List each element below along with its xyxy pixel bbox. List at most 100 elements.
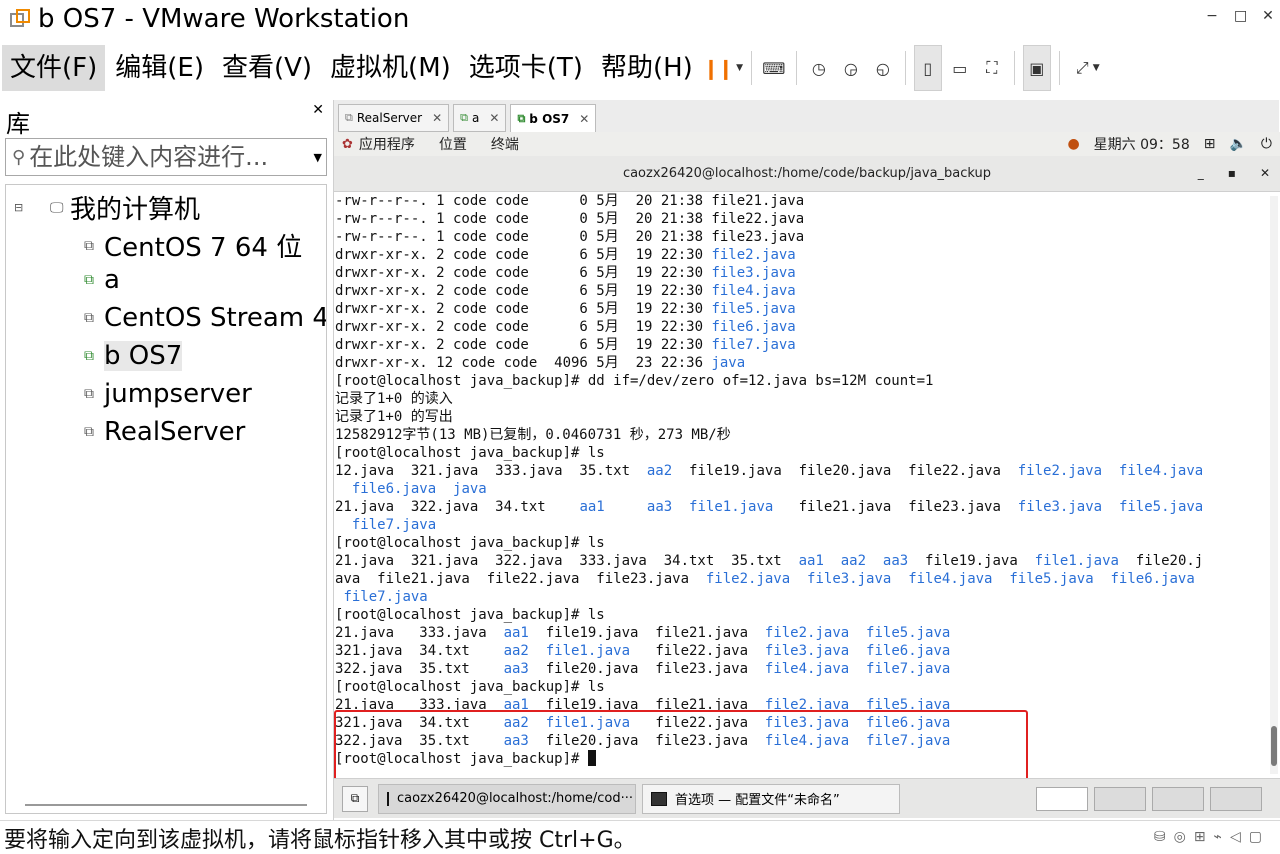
revert-snapshot-button[interactable]: ◶ (837, 53, 865, 83)
search-input[interactable] (29, 143, 290, 171)
search-dropdown-icon[interactable]: ▼ (314, 151, 322, 164)
pause-icon: ❙❙ (702, 56, 734, 80)
terminal-dir-name: aa1 (798, 553, 824, 569)
status-bar: 要将输入定向到该虚拟机，请将鼠标指针移入其中或按 Ctrl+G。 ⛁ ◎ ⊞ ⌁… (0, 820, 1280, 854)
tab-a[interactable]: ⧉ a ✕ (453, 104, 507, 132)
terminal-dir-name: file6.java (866, 643, 951, 659)
maximize-button[interactable]: □ (1234, 8, 1247, 24)
guest-screen[interactable]: ✿ 应用程序 位置 终端 ● 星期六 09：58 ⊞ 🔈 ⏻ caozx2642… (334, 132, 1280, 820)
workspace-4[interactable] (1210, 786, 1262, 811)
workspace-2[interactable] (1094, 786, 1146, 811)
menu-tabs[interactable]: 选项卡(T) (461, 45, 591, 91)
terminal-title: caozx26420@localhost:/home/code/backup/j… (622, 166, 992, 181)
show-library-button[interactable]: ▯ (913, 45, 942, 91)
power-icon[interactable]: ⏻ (1261, 136, 1272, 152)
terminal-menu[interactable]: 终端 (491, 134, 519, 154)
sound-icon[interactable]: ◁ (1230, 829, 1241, 845)
thumbnail-bar-button[interactable]: ▭ (946, 53, 974, 83)
terminal-line: -rw-r--r--. 1 code code 0 5月 20 21:38 fi… (335, 228, 1268, 246)
show-desktop-button[interactable]: ⧉ (342, 785, 368, 812)
applications-menu[interactable]: 应用程序 (359, 134, 415, 154)
menu-help[interactable]: 帮助(H) (593, 45, 701, 91)
library-search[interactable]: ⚲ ▼ (5, 138, 327, 176)
tab-realserver[interactable]: ⧉ RealServer ✕ (338, 104, 450, 132)
terminal-text: [root@localhost java_backup]# dd if=/dev… (335, 373, 934, 389)
tab-b-os7[interactable]: ⧉ b OS7 ✕ (510, 104, 597, 132)
clock[interactable]: 星期六 09：58 (1094, 134, 1190, 154)
terminal-dir-name: file6.java (1110, 571, 1195, 587)
minimize-button[interactable]: − (1206, 8, 1218, 24)
close-tab-icon[interactable]: ✕ (489, 111, 499, 125)
terminal-scrollbar[interactable] (1270, 196, 1278, 774)
terminal-line: 21.java 333.java aa1 file19.java file21.… (335, 624, 1268, 642)
snapshot-button[interactable]: ◷ (805, 53, 833, 83)
stretch-button[interactable]: ⤢ ▼ (1068, 53, 1108, 83)
menu-view[interactable]: 查看(V) (214, 45, 320, 91)
terminal-text: -rw-r--r--. 1 code code 0 5月 20 21:38 fi… (335, 211, 805, 227)
terminal-text: 记录了1+0 的读入 (335, 391, 453, 407)
cd-dvd-icon[interactable]: ◎ (1174, 829, 1186, 845)
terminal-text: 322.java 35.txt (335, 733, 504, 749)
terminal-minimize-button[interactable]: _ (1198, 166, 1204, 180)
tree-node-my-computer[interactable]: ⊟ 🖵 我的计算机 (14, 189, 200, 226)
stretch-icon: ⤢ (1075, 58, 1089, 77)
close-tab-icon[interactable]: ✕ (432, 111, 442, 125)
terminal-line: -rw-r--r--. 1 code code 0 5月 20 21:38 fi… (335, 210, 1268, 228)
library-scrollbar[interactable] (25, 804, 307, 806)
tree-node-vm[interactable]: ⧉ CentOS 7 64 位 (84, 227, 302, 264)
terminal-maximize-button[interactable]: ▪ (1228, 166, 1236, 180)
terminal-line: drwxr-xr-x. 2 code code 6 5月 19 22:30 fi… (335, 264, 1268, 282)
message-icon[interactable]: ▢ (1249, 829, 1262, 845)
terminal-dir-name: java (453, 481, 487, 497)
terminal-line: 21.java 322.java 34.txt aa1 aa3 file1.ja… (335, 498, 1268, 516)
terminal-text: drwxr-xr-x. 2 code code 6 5月 19 22:30 (335, 301, 712, 317)
snapshot-manager-button[interactable]: ◵ (869, 53, 897, 83)
menu-edit[interactable]: 编辑(E) (107, 45, 212, 91)
full-screen-button[interactable]: ⛶ (978, 53, 1006, 83)
close-button[interactable]: ✕ (1262, 8, 1274, 24)
tree-node-vm-selected[interactable]: ⧉ b OS7 (84, 341, 183, 371)
terminal-dir-name: aa3 (646, 499, 673, 515)
menu-vm[interactable]: 虚拟机(M) (322, 45, 459, 91)
vm-icon: ⧉ (84, 386, 94, 402)
tree-node-vm[interactable]: ⧉ CentOS Stream 4 (84, 303, 326, 333)
terminal-titlebar: caozx26420@localhost:/home/code/backup/j… (334, 156, 1280, 192)
dropdown-arrow-icon: ▼ (1092, 63, 1100, 73)
volume-icon[interactable]: 🔈 (1229, 136, 1246, 152)
tree-node-vm[interactable]: ⧉ a (84, 265, 120, 295)
usb-icon[interactable]: ⌁ (1214, 829, 1222, 845)
console-view-button[interactable]: ▣ (1022, 45, 1051, 91)
hard-disk-icon[interactable]: ⛁ (1154, 829, 1166, 845)
terminal-close-button[interactable]: ✕ (1260, 166, 1270, 180)
terminal-dir-name: file2.java (711, 247, 796, 263)
tree-node-vm[interactable]: ⧉ RealServer (84, 417, 245, 447)
suspend-button[interactable]: ❙❙ ▼ (703, 53, 743, 83)
network-adapter-icon[interactable]: ⊞ (1194, 829, 1206, 845)
send-ctrl-alt-del-button[interactable]: ⌨ (760, 53, 788, 83)
tree-node-vm[interactable]: ⧉ jumpserver (84, 379, 252, 409)
places-menu[interactable]: 位置 (439, 134, 467, 154)
library-close-icon[interactable]: ✕ (312, 102, 324, 118)
taskbar-terminal[interactable]: caozx26420@localhost:/home/cod··· (378, 783, 636, 814)
workspace-3[interactable] (1152, 786, 1204, 811)
terminal-output[interactable]: -rw-r--r--. 1 code code 0 5月 20 21:38 fi… (334, 192, 1268, 778)
close-tab-icon[interactable]: ✕ (579, 112, 589, 126)
network-icon[interactable]: ⊞ (1204, 136, 1216, 152)
terminal-line: drwxr-xr-x. 2 code code 6 5月 19 22:30 fi… (335, 282, 1268, 300)
terminal-dir-name: file6.java (711, 319, 796, 335)
gnome-foot-icon: ✿ (342, 136, 353, 152)
terminal-dir-name: file4.java (764, 733, 850, 749)
terminal-text: file19.java file21.java (528, 697, 765, 713)
terminal-dir-name: file1.java (545, 643, 631, 659)
collapse-icon[interactable]: ⊟ (14, 201, 28, 214)
terminal-line: 21.java 333.java aa1 file19.java file21.… (335, 696, 1268, 714)
workspace-1[interactable] (1036, 786, 1088, 811)
menu-file[interactable]: 文件(F) (2, 45, 106, 91)
guest-taskbar: ⧉ caozx26420@localhost:/home/cod··· 首选项 … (334, 778, 1280, 818)
taskbar-preferences[interactable]: 首选项 — 配置文件“未命名” (642, 783, 900, 814)
